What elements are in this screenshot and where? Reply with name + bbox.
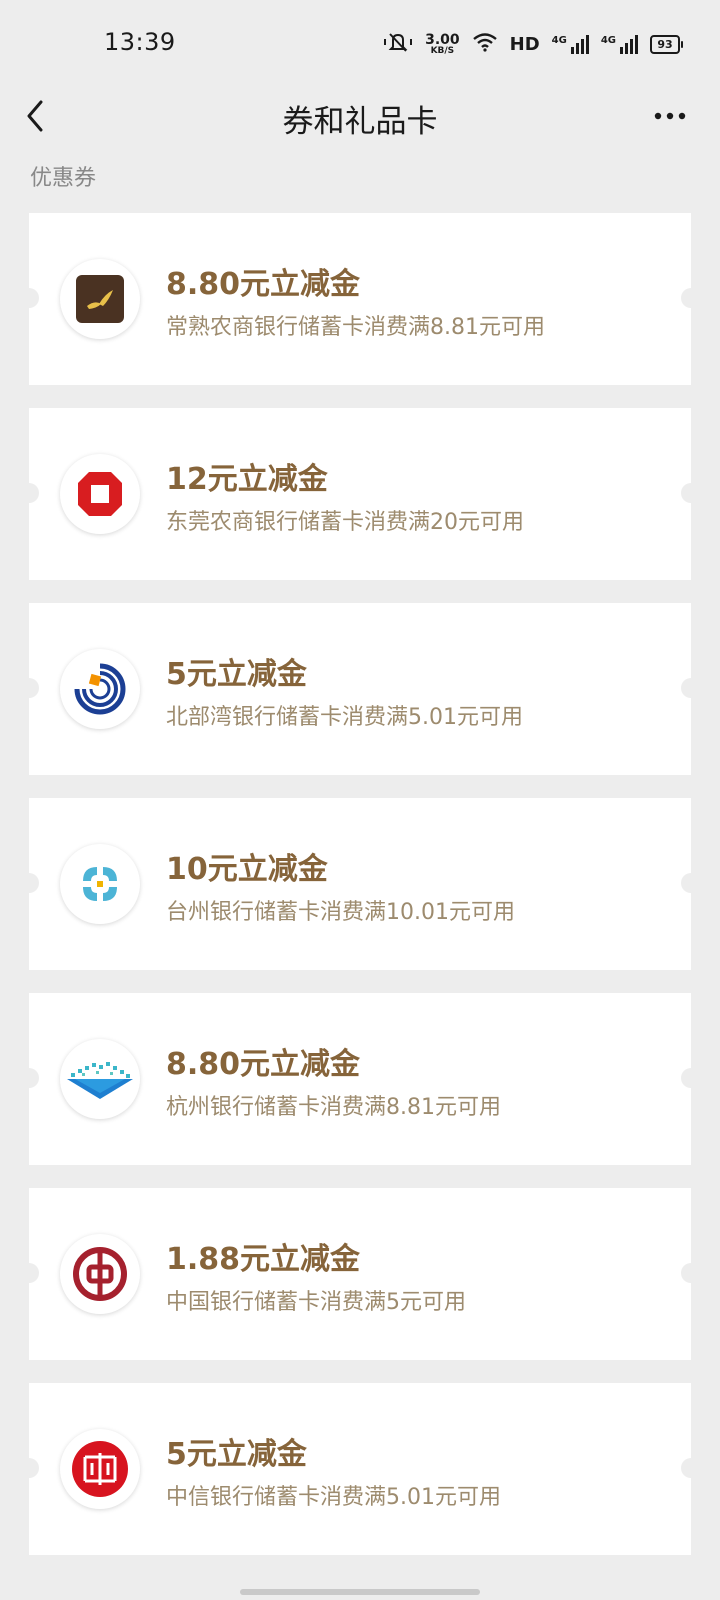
coupon-card[interactable]: 5元立减金 北部湾银行储蓄卡消费满5.01元可用: [19, 603, 701, 775]
coupon-desc: 中国银行储蓄卡消费满5元可用: [166, 1290, 466, 1315]
coupon-desc: 杭州银行储蓄卡消费满8.81元可用: [166, 1095, 501, 1120]
ticket-notch: [19, 1263, 39, 1283]
coupon-card[interactable]: 1.88元立减金 中国银行储蓄卡消费满5元可用: [19, 1188, 701, 1360]
changshu-rural-bank-logo: [60, 259, 140, 339]
coupon-title: 10元立减金: [166, 852, 328, 887]
beibu-gulf-bank-logo: [60, 649, 140, 729]
wifi-icon: [472, 32, 498, 56]
coupon-card[interactable]: 8.80元立减金 常熟农商银行储蓄卡消费满8.81元可用: [19, 213, 701, 385]
network-speed-unit: KB/S: [430, 45, 455, 56]
nav-bar: 券和礼品卡: [0, 88, 720, 144]
more-button[interactable]: [652, 98, 692, 134]
coupon-card[interactable]: 12元立减金 东莞农商银行储蓄卡消费满20元可用: [19, 408, 701, 580]
ticket-notch: [681, 483, 701, 503]
citic-bank-logo: [60, 1429, 140, 1509]
ticket-notch: [681, 1458, 701, 1478]
coupon-list: 8.80元立减金 常熟农商银行储蓄卡消费满8.81元可用 12元立减金 东莞农商…: [19, 213, 701, 1578]
battery-icon: 93: [650, 34, 683, 54]
status-bar: 13:39 3.00 KB/S HD 4G 4G 93: [0, 0, 720, 88]
coupon-card[interactable]: 8.80元立减金 杭州银行储蓄卡消费满8.81元可用: [19, 993, 701, 1165]
ticket-notch: [19, 873, 39, 893]
section-label-coupons: 优惠券: [30, 166, 97, 191]
coupon-title: 12元立减金: [166, 462, 328, 497]
status-time: 13:39: [104, 28, 176, 56]
coupon-desc: 北部湾银行储蓄卡消费满5.01元可用: [166, 705, 523, 730]
ticket-notch: [19, 288, 39, 308]
battery-level: 93: [657, 37, 673, 51]
mute-icon: [383, 31, 413, 57]
coupon-title: 5元立减金: [166, 657, 307, 692]
network-speed-value: 3.00: [425, 31, 460, 48]
network-speed: 3.00 KB/S: [425, 33, 460, 56]
ticket-notch: [19, 1068, 39, 1088]
signal-2-label: 4G: [600, 34, 616, 46]
coupon-title: 1.88元立减金: [166, 1242, 361, 1277]
home-indicator[interactable]: [240, 1589, 480, 1595]
coupon-title: 5元立减金: [166, 1437, 307, 1472]
coupon-desc: 东莞农商银行储蓄卡消费满20元可用: [166, 510, 524, 535]
ticket-notch: [19, 1458, 39, 1478]
more-icon: [654, 112, 686, 120]
coupon-desc: 中信银行储蓄卡消费满5.01元可用: [166, 1485, 501, 1510]
hangzhou-bank-logo: [60, 1039, 140, 1119]
ticket-notch: [681, 288, 701, 308]
ticket-notch: [681, 678, 701, 698]
ticket-notch: [681, 873, 701, 893]
ticket-notch: [681, 1068, 701, 1088]
dongguan-rural-bank-logo: [60, 454, 140, 534]
coupon-desc: 台州银行储蓄卡消费满10.01元可用: [166, 900, 515, 925]
signal-1-label: 4G: [551, 34, 567, 46]
bank-of-china-logo: [60, 1234, 140, 1314]
page-title: 券和礼品卡: [282, 104, 438, 140]
coupon-card[interactable]: 5元立减金 中信银行储蓄卡消费满5.01元可用: [19, 1383, 701, 1555]
ticket-notch: [681, 1263, 701, 1283]
signal-icon: 4G: [551, 34, 589, 54]
signal-icon: 4G: [600, 34, 638, 54]
coupon-title: 8.80元立减金: [166, 1047, 361, 1082]
status-icons: 3.00 KB/S HD 4G 4G 93: [383, 28, 683, 60]
taizhou-bank-logo: [60, 844, 140, 924]
ticket-notch: [19, 678, 39, 698]
coupon-card[interactable]: 10元立减金 台州银行储蓄卡消费满10.01元可用: [19, 798, 701, 970]
ticket-notch: [19, 483, 39, 503]
coupon-desc: 常熟农商银行储蓄卡消费满8.81元可用: [166, 315, 545, 340]
coupon-title: 8.80元立减金: [166, 267, 361, 302]
hd-label: HD: [509, 33, 540, 55]
